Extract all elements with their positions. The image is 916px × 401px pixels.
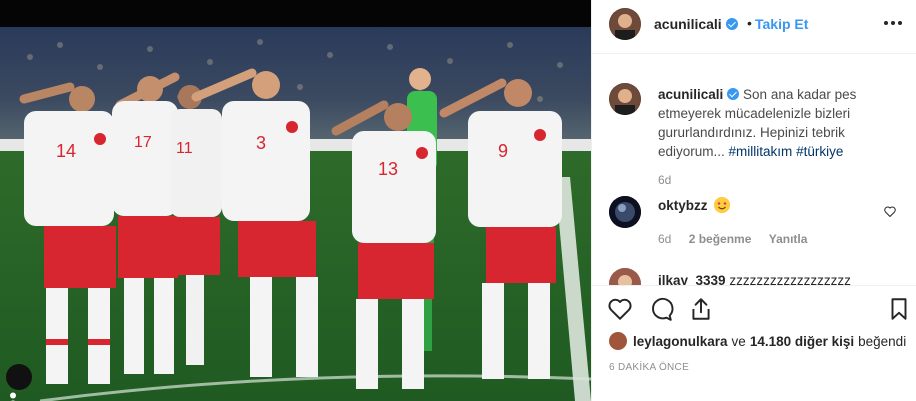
verified-badge-icon [725, 18, 738, 30]
liker-username[interactable]: leylagonulkara [633, 334, 728, 349]
header-separator: • [747, 15, 752, 31]
post-actions: leylagonulkara ve 14.180 diğer kişi beğe… [592, 285, 916, 395]
comment-username[interactable]: ilkay_3339 [658, 273, 726, 285]
heart-icon[interactable] [607, 296, 633, 322]
commenter-avatar[interactable] [609, 268, 641, 285]
comment-icon[interactable] [648, 296, 674, 322]
post-photo[interactable]: 14 17 11 3 13 9 [0, 0, 591, 401]
commenter-avatar[interactable] [609, 196, 641, 228]
follow-button[interactable]: Takip Et [755, 16, 808, 32]
author-username[interactable]: acunilicali [654, 16, 738, 32]
comment-timestamp: 6d [658, 232, 672, 246]
jersey-number: 3 [256, 133, 266, 153]
bookmark-icon[interactable] [886, 296, 912, 322]
comment-likes-count[interactable]: 2 beğenme [689, 232, 752, 246]
verified-badge-icon [727, 88, 740, 100]
user-tag-icon[interactable] [6, 364, 32, 401]
jersey-number: 13 [378, 159, 398, 179]
caption-timestamp: 6d [658, 173, 672, 187]
players-saluting-image: 14 17 11 3 13 9 [0, 27, 591, 401]
caption-username[interactable]: acunilicali [658, 87, 740, 102]
comment-username[interactable]: oktybzz [658, 198, 708, 213]
more-options-icon[interactable] [884, 16, 902, 30]
post-side-panel: acunilicali • Takip Et acunilicali Son a… [591, 0, 916, 401]
liked-by-summary: leylagonulkara ve 14.180 diğer kişi beğe… [609, 331, 910, 351]
photo-top-bar [0, 0, 591, 27]
instagram-post: 14 17 11 3 13 9 acunilicali • Takip Et a… [0, 0, 916, 401]
post-timestamp[interactable]: 6 DAKİKA ÖNCE [609, 362, 689, 373]
post-header: acunilicali • Takip Et [592, 0, 916, 54]
post-caption: acunilicali Son ana kadar pes etmeyerek … [658, 85, 903, 161]
jersey-number: 11 [176, 140, 193, 157]
hashtag-link[interactable]: #millitakım [729, 144, 793, 159]
reply-button[interactable]: Yanıtla [769, 232, 808, 246]
share-icon[interactable] [688, 296, 714, 322]
hashtag-link[interactable]: #türkiye [796, 144, 843, 159]
comments-list: acunilicali Son ana kadar pes etmeyerek … [592, 55, 916, 285]
caption-author-avatar[interactable] [609, 83, 641, 115]
jersey-number: 9 [498, 141, 508, 161]
heart-eyes-emoji-icon [714, 197, 730, 213]
comment-meta: 6d 2 beğenme Yanıtla [658, 232, 807, 246]
liker-avatar[interactable] [609, 332, 627, 350]
author-avatar[interactable] [609, 8, 641, 40]
likes-count-link[interactable]: 14.180 diğer kişi [750, 334, 854, 349]
jersey-number: 14 [56, 141, 76, 161]
comment-like-heart-icon[interactable] [884, 204, 896, 222]
comment-text: ilkay_3339 zzzzzzzzzzzzzzzzzz [658, 273, 851, 285]
jersey-number: 17 [134, 134, 152, 151]
